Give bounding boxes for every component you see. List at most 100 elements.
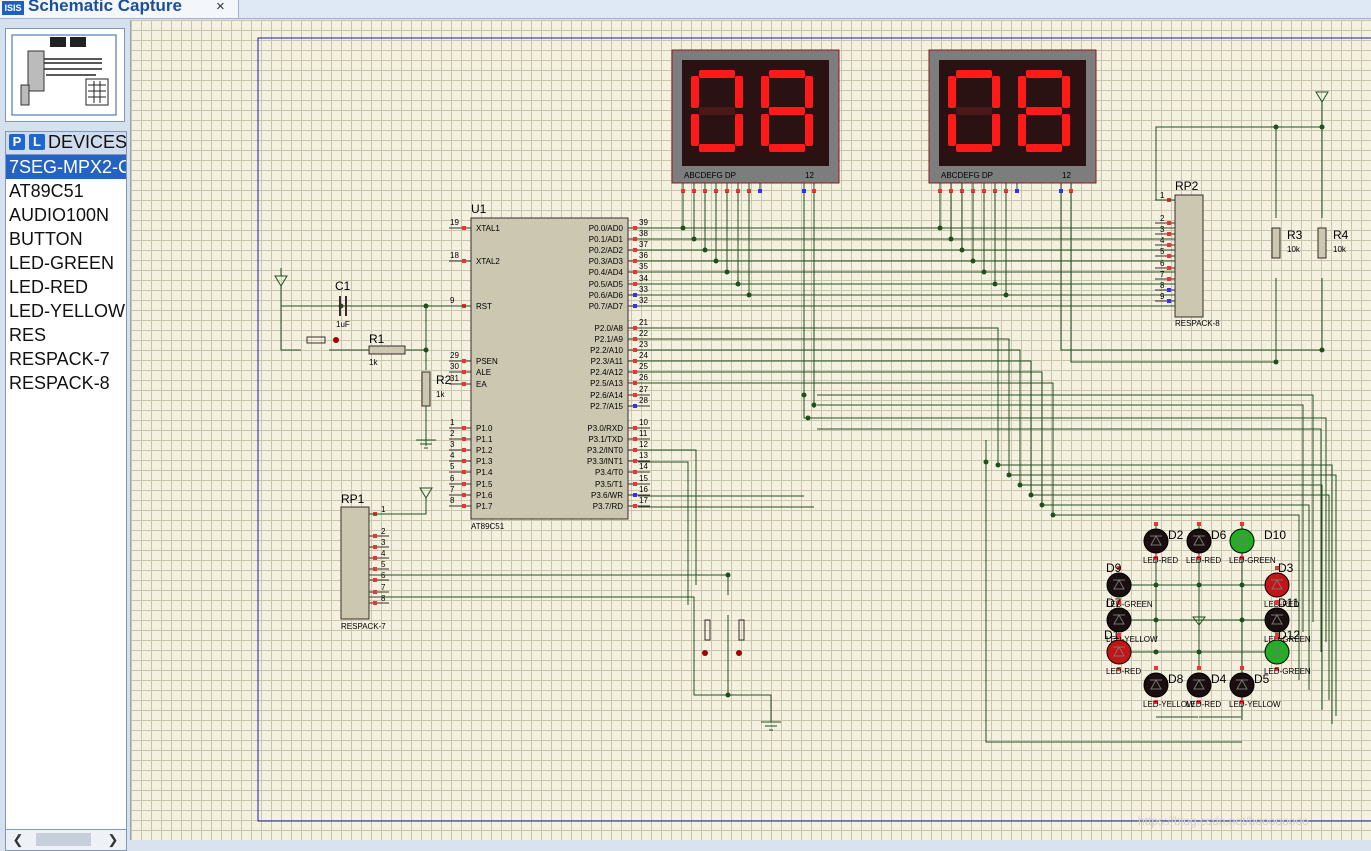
pin-marker <box>462 259 466 263</box>
pin-marker <box>373 601 377 605</box>
u1-pin-name: P1.1 <box>476 435 493 444</box>
pin-marker <box>1167 266 1171 270</box>
rp1-pin-number: 4 <box>381 549 386 558</box>
push-buttons <box>702 619 745 656</box>
device-item[interactable]: 7SEG-MPX2-CA <box>6 155 126 179</box>
rp1-ref: RP1 <box>341 492 365 506</box>
device-item[interactable]: AT89C51 <box>6 179 126 203</box>
r4-resistor: R4 10k <box>1317 227 1349 259</box>
pin-marker <box>1015 189 1019 193</box>
pin-marker <box>1167 277 1171 281</box>
device-item[interactable]: RES <box>6 323 126 347</box>
u1-pin-number: 28 <box>639 396 648 405</box>
device-item[interactable]: LED-YELLOW <box>6 299 126 323</box>
r4-value: 10k <box>1333 245 1347 254</box>
led-ref: D7 <box>1106 596 1122 610</box>
wire-junction <box>959 247 965 253</box>
wire-junction <box>811 402 817 408</box>
pin-marker <box>462 426 466 430</box>
led-ref: D8 <box>1168 672 1184 686</box>
pin-marker <box>462 493 466 497</box>
segment-d <box>699 144 735 152</box>
u1-pin-name: P3.0/RXD <box>587 424 623 433</box>
wire-junction <box>805 415 811 421</box>
segment-e <box>691 114 699 146</box>
wire-junction <box>1273 124 1279 130</box>
u1-pin-number: 39 <box>639 218 648 227</box>
device-item[interactable]: LED-GREEN <box>6 251 126 275</box>
u1-microcontroller: U1 AT89C51 19XTAL118XTAL29RST29PSEN30ALE… <box>449 202 650 531</box>
u1-pin-number: 32 <box>639 296 648 305</box>
u1-pin-number: 3 <box>450 440 455 449</box>
u1-pin-name: P0.1/AD1 <box>589 235 624 244</box>
rp2-pin-number: 3 <box>1160 225 1165 234</box>
led-body <box>1229 672 1255 698</box>
u1-pin-number: 17 <box>639 496 648 505</box>
u1-pin-number: 9 <box>450 296 455 305</box>
pin-marker <box>1167 232 1171 236</box>
pin-marker <box>462 437 466 441</box>
u1-pin-name: P1.3 <box>476 457 493 466</box>
device-item[interactable]: BUTTON <box>6 227 126 251</box>
u1-pin-number: 35 <box>639 262 648 271</box>
u1-pin-number: 5 <box>450 462 455 471</box>
left-panel: P L DEVICES 7SEG-MPX2-CA AT89C51 AUDIO10… <box>0 20 130 851</box>
display-left-pin-labels: ABCDEFG DP <box>684 171 736 180</box>
device-item[interactable]: AUDIO100N <box>6 203 126 227</box>
rp1-pin-number: 2 <box>381 527 386 536</box>
scroll-right-icon[interactable]: ❯ <box>103 830 123 850</box>
display-left: ABCDEFG DP 12 08 <box>671 49 840 184</box>
scroll-left-icon[interactable]: ❮ <box>8 830 28 850</box>
tab-schematic-capture[interactable]: ISIS Schematic Capture × <box>0 0 239 18</box>
wire-junction <box>735 281 741 287</box>
close-icon[interactable]: × <box>216 0 225 15</box>
device-list-scrollbar[interactable]: ❮ ❯ <box>5 829 127 851</box>
u1-pin-number: 21 <box>639 318 648 327</box>
wire-junction <box>1006 472 1012 478</box>
u1-pin-name: P0.5/AD5 <box>589 280 624 289</box>
display-right-pin-labels: ABCDEFG DP <box>941 171 993 180</box>
r2-ref: R2 <box>436 373 452 387</box>
segment-f <box>1018 76 1026 108</box>
pin-marker <box>633 359 637 363</box>
wire-junction <box>1153 582 1159 588</box>
segment-g <box>769 107 805 115</box>
segment-e <box>948 114 956 146</box>
schematic-canvas[interactable]: U1 AT89C51 19 XTAL1 18 XTAL2 9 RST 29 PSEN 30 ALE… <box>130 20 1371 840</box>
ground-symbol <box>761 717 781 731</box>
pin-marker <box>633 226 637 230</box>
rp1-pin-number: 7 <box>381 583 386 592</box>
pin-marker <box>1167 254 1171 258</box>
u1-pin-name: P1.0 <box>476 424 493 433</box>
led-part: LED-RED <box>1186 556 1221 565</box>
segment-a <box>769 70 805 78</box>
u1-pin-number: 19 <box>450 218 459 227</box>
rp2-pin-number: 9 <box>1160 292 1165 301</box>
wire-junction <box>680 225 686 231</box>
led-body <box>1264 639 1290 665</box>
u1-pin-name: P2.3/A11 <box>591 357 624 366</box>
device-item[interactable]: LED-RED <box>6 275 126 299</box>
pick-devices-button[interactable]: P <box>9 134 25 150</box>
rp1-pin-number: 3 <box>381 538 386 547</box>
pin-marker <box>758 189 762 193</box>
led-ref: D6 <box>1211 528 1227 542</box>
device-item[interactable]: RESPACK-8 <box>6 371 126 395</box>
segment-d <box>956 144 992 152</box>
rp2-pin-number: 2 <box>1160 214 1165 223</box>
segment-a <box>699 70 735 78</box>
device-item[interactable]: RESPACK-7 <box>6 347 126 371</box>
u1-pin-number: 12 <box>639 440 648 449</box>
u1-pin-name: P0.3/AD3 <box>589 257 624 266</box>
power-symbols <box>274 91 1329 731</box>
library-button[interactable]: L <box>29 134 45 150</box>
u1-pin-number: 11 <box>639 429 648 438</box>
u1-pin-number: 34 <box>639 274 648 283</box>
rp2-pin-number: 7 <box>1160 270 1165 279</box>
wire-junction <box>981 269 987 275</box>
led-ref: D11 <box>1278 596 1299 610</box>
wire-junction <box>1050 512 1056 518</box>
overview-preview[interactable] <box>5 28 125 122</box>
u1-pin-name: P1.4 <box>476 468 493 477</box>
vcc-symbol <box>274 268 288 287</box>
